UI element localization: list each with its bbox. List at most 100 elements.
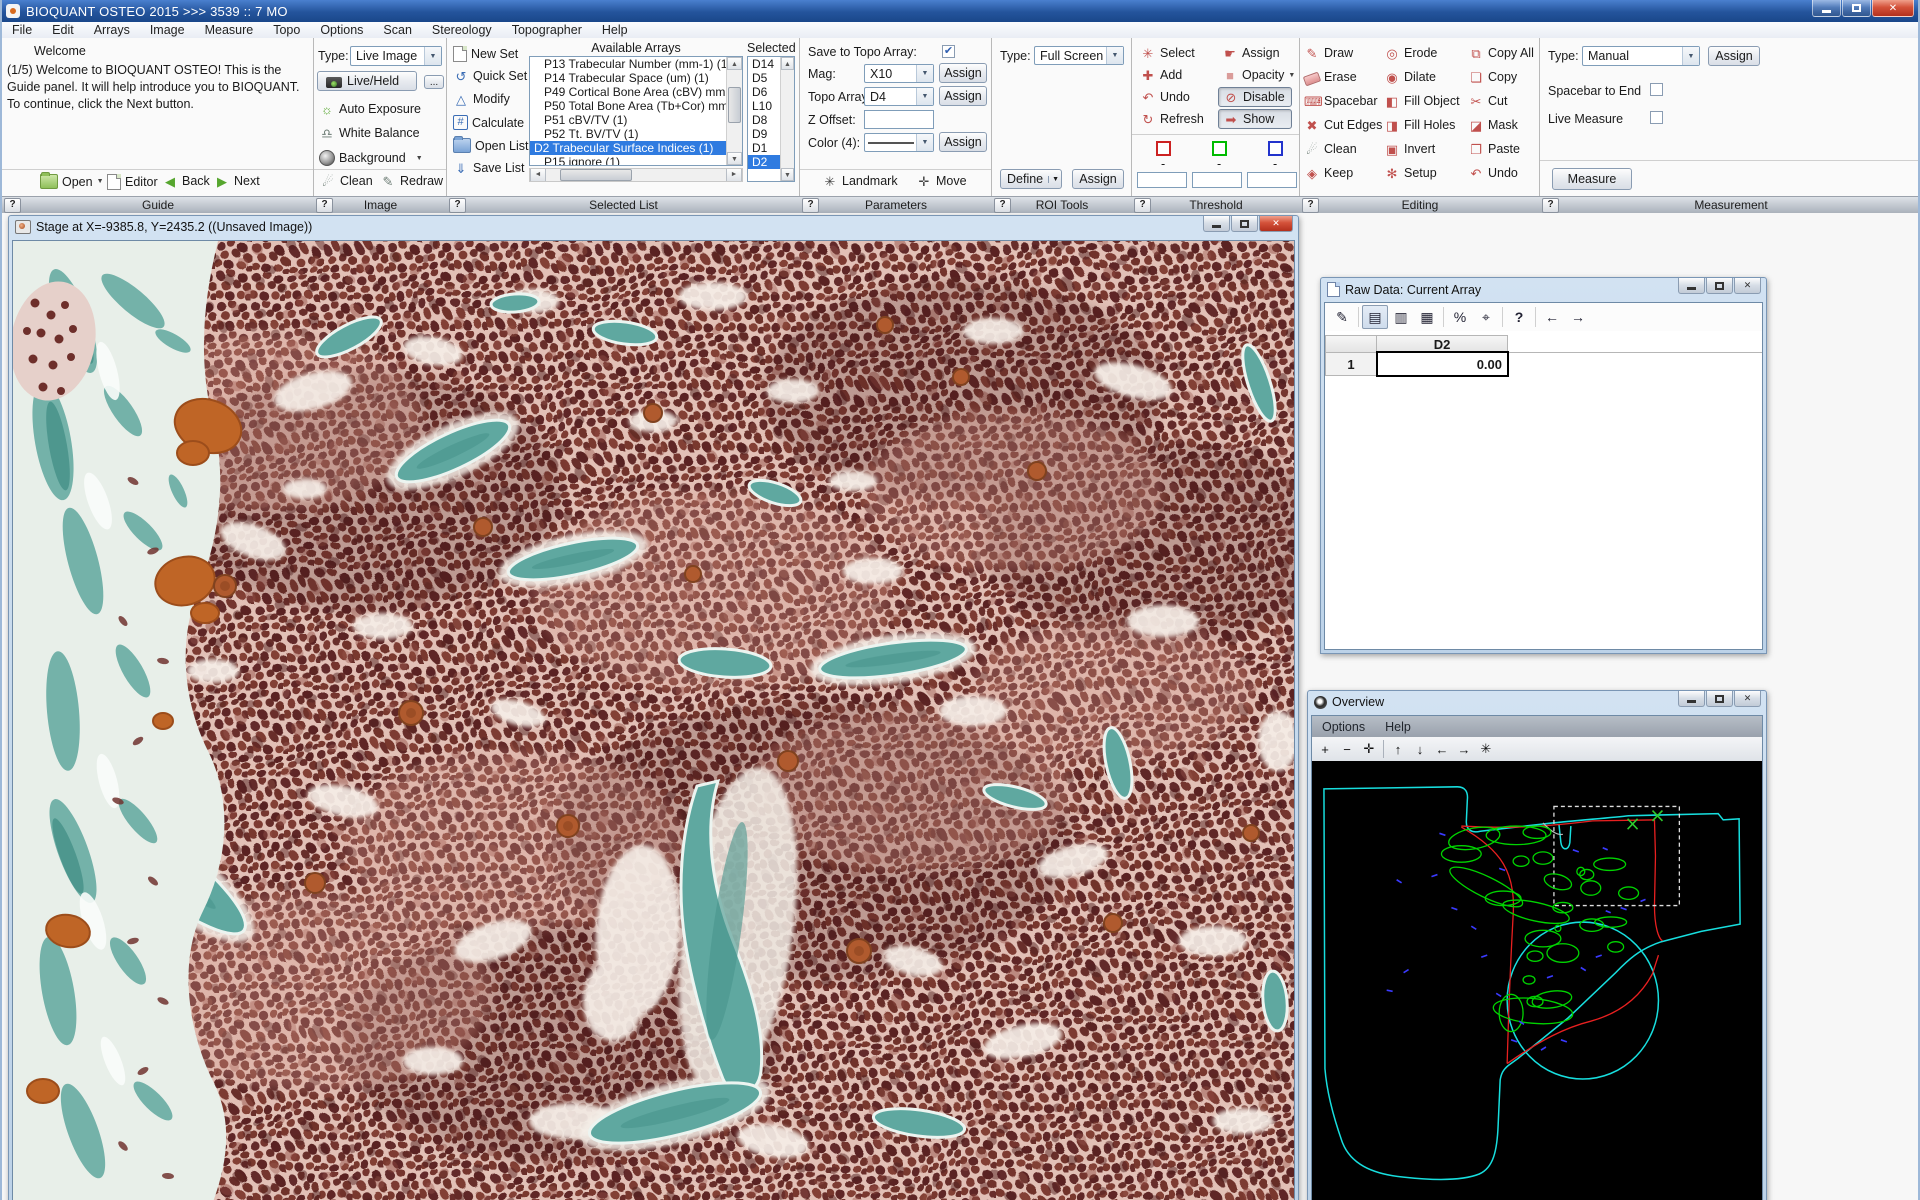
raw-data-maximize-button[interactable]: [1706, 278, 1733, 294]
menu-measure[interactable]: Measure: [195, 23, 264, 37]
live-held-button[interactable]: Live/Held: [317, 71, 417, 91]
roi-assign-button[interactable]: Assign: [1072, 169, 1124, 189]
measurement-type-dropdown[interactable]: Manual ▼: [1582, 46, 1700, 66]
draw-button[interactable]: ✎Draw: [1304, 46, 1353, 60]
menu-help[interactable]: Help: [592, 23, 638, 37]
setup-button[interactable]: ✻Setup: [1384, 166, 1437, 180]
threshold-blue-input[interactable]: [1247, 172, 1297, 188]
mag-assign-button[interactable]: Assign: [939, 63, 987, 83]
list-item[interactable]: P49 Cortical Bone Area (cBV) mm2 (: [530, 85, 727, 99]
color-assign-button[interactable]: Assign: [939, 132, 987, 152]
modify-button[interactable]: △ Modify: [453, 92, 510, 106]
list-item[interactable]: D8: [748, 113, 780, 127]
next-array-button[interactable]: →: [1565, 305, 1591, 329]
editor-button[interactable]: Editor: [107, 174, 158, 190]
stage-minimize-button[interactable]: [1203, 216, 1230, 232]
define-button[interactable]: Define ▼: [1000, 169, 1062, 189]
edit-record-button[interactable]: ✎: [1329, 305, 1355, 329]
menu-edit[interactable]: Edit: [42, 23, 84, 37]
selected-arrays-list[interactable]: D14 D5 D6 L10 D8 D9 D1 D2 ▲ ▼: [747, 56, 795, 182]
available-arrays-hscrollbar[interactable]: ◄ ►: [529, 168, 743, 182]
list-item-selected[interactable]: D2 Trabecular Surface Indices (1): [530, 141, 727, 155]
next-button[interactable]: ▶ Next: [214, 174, 260, 188]
overview-minimize-button[interactable]: [1678, 691, 1705, 707]
auto-exposure-button[interactable]: ☼ Auto Exposure: [319, 102, 421, 116]
list-item[interactable]: P50 Total Bone Area (Tb+Cor) mm2: [530, 99, 727, 113]
overview-menu-options[interactable]: Options: [1312, 720, 1375, 734]
opacity-button[interactable]: ■Opacity▼: [1222, 68, 1295, 82]
redraw-button[interactable]: ✎ Redraw: [380, 174, 443, 188]
menu-image[interactable]: Image: [140, 23, 195, 37]
scroll-down-icon[interactable]: ▼: [781, 168, 794, 181]
invert-button[interactable]: ▣Invert: [1384, 142, 1435, 156]
list-item[interactable]: D9: [748, 127, 780, 141]
overview-maximize-button[interactable]: [1706, 691, 1733, 707]
measure-button[interactable]: Measure: [1552, 168, 1632, 190]
overview-canvas[interactable]: [1312, 761, 1762, 1200]
fill-holes-button[interactable]: ◨Fill Holes: [1384, 118, 1455, 132]
save-list-button[interactable]: ⇓ Save List: [453, 161, 524, 175]
list-item[interactable]: P14 Trabecular Space (um) (1): [530, 71, 727, 85]
cut-button[interactable]: ✂Cut: [1468, 94, 1507, 108]
list-item[interactable]: P13 Trabecular Number (mm-1) (1): [530, 57, 727, 71]
add-button[interactable]: ✚Add: [1140, 68, 1182, 82]
scroll-up-icon[interactable]: ▲: [727, 57, 742, 70]
scroll-thumb[interactable]: [560, 169, 632, 181]
color-dropdown[interactable]: ▼: [864, 133, 934, 152]
move-button[interactable]: ✛ Move: [916, 174, 967, 188]
zoom-target-button[interactable]: ⌖: [1473, 305, 1499, 329]
editing-clean-button[interactable]: ☄Clean: [1304, 142, 1357, 156]
list-item[interactable]: P51 cBV/TV (1): [530, 113, 727, 127]
menu-file[interactable]: File: [2, 23, 42, 37]
scroll-right-icon[interactable]: ►: [726, 169, 742, 181]
threshold-red-swatch[interactable]: [1156, 141, 1171, 156]
list-item[interactable]: D6: [748, 85, 780, 99]
editing-undo-button[interactable]: ↶Undo: [1468, 166, 1518, 180]
landmark-overview-button[interactable]: ✳: [1475, 739, 1497, 759]
measurement-assign-button[interactable]: Assign: [1708, 46, 1760, 66]
view-multi-button[interactable]: ▥: [1388, 305, 1414, 329]
pan-button[interactable]: ✛: [1358, 739, 1380, 759]
select-button[interactable]: ✳Select: [1140, 46, 1195, 60]
overview-close-button[interactable]: ✕: [1734, 691, 1761, 707]
quick-set-button[interactable]: ↺ Quick Set: [453, 69, 527, 83]
live-held-more-button[interactable]: ...: [424, 75, 444, 89]
refresh-button[interactable]: ↻Refresh: [1140, 112, 1204, 126]
landmark-button[interactable]: ✳ Landmark: [822, 174, 898, 188]
mag-dropdown[interactable]: X10 ▼: [864, 64, 934, 83]
scroll-up-icon[interactable]: ▲: [781, 57, 794, 70]
copy-button[interactable]: ❏Copy: [1468, 70, 1517, 84]
view-single-button[interactable]: ▤: [1362, 305, 1388, 329]
image-type-dropdown[interactable]: Live Image ▼: [350, 46, 442, 66]
stage-canvas[interactable]: [12, 240, 1295, 1200]
z-offset-input[interactable]: [864, 110, 934, 129]
percent-lock-button[interactable]: %: [1447, 305, 1473, 329]
paste-button[interactable]: ❐Paste: [1468, 142, 1520, 156]
list-item[interactable]: D1: [748, 141, 780, 155]
new-set-button[interactable]: New Set: [453, 46, 518, 62]
stage-close-button[interactable]: ✕: [1259, 216, 1293, 232]
threshold-red-input[interactable]: [1137, 172, 1187, 188]
list-item[interactable]: L10: [748, 99, 780, 113]
pan-left-button[interactable]: ←: [1431, 739, 1453, 759]
pan-up-button[interactable]: ↑: [1387, 739, 1409, 759]
pan-right-button[interactable]: →: [1453, 739, 1475, 759]
prev-array-button[interactable]: ←: [1539, 305, 1565, 329]
pan-down-button[interactable]: ↓: [1409, 739, 1431, 759]
topo-array-dropdown[interactable]: D4 ▼: [864, 87, 934, 106]
white-balance-button[interactable]: ♎ White Balance: [319, 126, 420, 140]
erode-button[interactable]: ◎Erode: [1384, 46, 1437, 60]
zoom-in-button[interactable]: +: [1314, 739, 1336, 759]
spacebar-button[interactable]: ⌨Spacebar: [1304, 94, 1378, 108]
back-button[interactable]: ◀ Back: [162, 174, 210, 188]
close-button[interactable]: ✕: [1872, 0, 1914, 17]
available-arrays-list[interactable]: P13 Trabecular Number (mm-1) (1) P14 Tra…: [529, 56, 743, 166]
list-item[interactable]: P52 Tt. BV/TV (1): [530, 127, 727, 141]
background-button[interactable]: Background ▼: [319, 150, 423, 166]
overview-titlebar[interactable]: Overview: [1314, 695, 1384, 709]
selected-arrays-vscrollbar[interactable]: ▲ ▼: [780, 57, 794, 181]
threshold-blue-swatch[interactable]: [1268, 141, 1283, 156]
row-number[interactable]: 1: [1325, 352, 1377, 376]
list-item[interactable]: P15 ignore (1): [530, 155, 727, 166]
scroll-down-icon[interactable]: ▼: [727, 152, 742, 165]
